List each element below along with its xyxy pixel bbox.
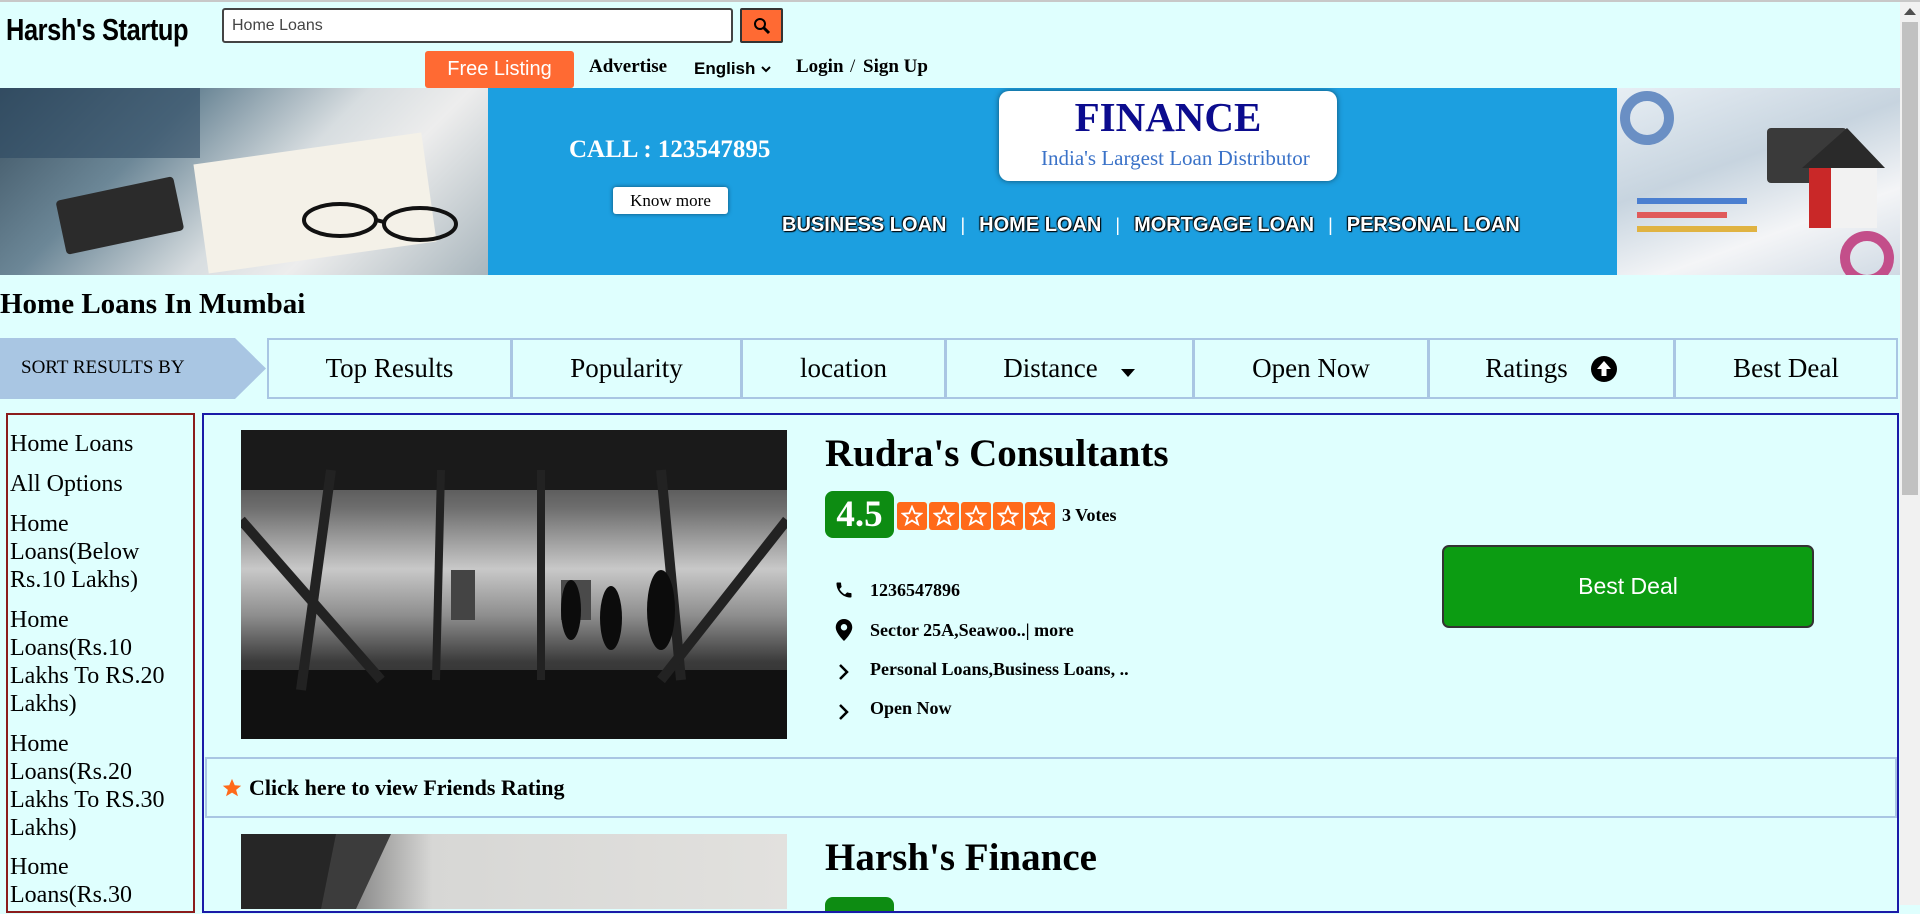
rating-badge: 4.5 [825,491,894,538]
star-rating [897,502,1055,530]
listing-phone[interactable]: 1236547896 [870,580,960,601]
sort-results-label: SORT RESULTS BY [0,338,266,399]
advertise-link[interactable]: Advertise [589,56,667,78]
office-window-image [241,430,787,739]
top-border [0,0,1920,2]
friends-rating-link[interactable]: Click here to view Friends Rating [205,757,1897,818]
sort-best-deal[interactable]: Best Deal [1674,338,1898,399]
call-number: CALL : 123547895 [569,136,771,163]
sort-location[interactable]: location [741,338,946,399]
sidebar-item-below-10[interactable]: Home Loans(Below Rs.10 Lakhs) [10,510,160,594]
language-select[interactable]: English [694,59,772,79]
language-label: English [694,59,756,78]
sort-top-results[interactable]: Top Results [267,338,512,399]
star-icon [961,502,991,530]
login-separator: / [850,56,856,77]
login-link[interactable]: Login [796,56,844,78]
finance-subtitle: India's Largest Loan Distributor [1041,146,1310,170]
site-logo[interactable]: Harsh's Startup [6,12,189,48]
listing-services: Personal Loans,Business Loans, .. [870,659,1129,679]
search-input[interactable] [222,8,733,43]
listing-photo[interactable] [241,834,787,909]
sidebar-filter: Home Loans All Options Home Loans(Below … [6,413,195,913]
scrollbar-thumb[interactable] [1902,22,1918,495]
search-icon [753,17,770,34]
banner-image-calculator [0,88,488,275]
sort-ratings-label: Ratings [1485,353,1568,383]
vote-count: 3 Votes [1062,505,1117,525]
loan-separator: | [960,215,966,235]
finance-title: FINANCE [1074,94,1262,140]
business-suit-image [241,834,391,909]
location-pin-icon [834,619,854,641]
loan-separator: | [1115,215,1121,235]
sidebar-item-home-loans[interactable]: Home Loans [10,430,190,458]
listing-name[interactable]: Harsh's Finance [825,835,1097,880]
sidebar-item-30-plus[interactable]: Home Loans(Rs.30 [10,853,160,909]
star-icon [897,502,927,530]
friends-rating-label: Click here to view Friends Rating [249,774,565,800]
loan-type-links: BUSINESS LOAN | HOME LOAN | MORTGAGE LOA… [782,214,1520,237]
finance-box: FINANCE India's Largest Loan Distributor [999,91,1337,181]
sort-popularity[interactable]: Popularity [511,338,742,399]
rating-badge [825,897,894,911]
star-icon [222,778,242,796]
page-title: Home Loans In Mumbai [0,288,306,320]
signup-link[interactable]: Sign Up [863,56,928,78]
loan-separator: | [1328,215,1333,235]
chevron-right-icon [834,662,854,682]
home-loan-link[interactable]: HOME LOAN [979,214,1101,237]
star-icon [929,502,959,530]
star-icon [1025,502,1055,530]
best-deal-button[interactable]: Best Deal [1442,545,1814,628]
know-more-button[interactable]: Know more [613,187,728,214]
sort-ratings[interactable]: Ratings [1428,338,1675,399]
star-icon [993,502,1023,530]
listing-address[interactable]: Sector 25A,Seawoo..| more [870,620,1074,641]
search-button[interactable] [740,8,783,43]
listing-photo[interactable] [241,430,787,739]
phone-icon [834,580,854,600]
caret-down-icon [1120,368,1135,377]
sidebar-item-10-to-20[interactable]: Home Loans(Rs.10 Lakhs To RS.20 Lakhs) [10,606,180,718]
house-illustration [1620,91,1894,275]
business-loan-link[interactable]: BUSINESS LOAN [782,214,946,237]
calculator-illustration [0,88,458,274]
sidebar-item-all-options[interactable]: All Options [10,470,190,498]
sort-distance[interactable]: Distance [945,338,1194,399]
sort-label-text: SORT RESULTS BY [21,357,185,378]
chevron-right-icon [834,702,854,722]
scroll-up-arrow-icon[interactable] [1904,8,1916,15]
listing-name[interactable]: Rudra's Consultants [825,431,1169,476]
banner-image-house [1617,88,1900,275]
personal-loan-link[interactable]: PERSONAL LOAN [1347,214,1520,237]
sort-open-now[interactable]: Open Now [1193,338,1429,399]
listing-status: Open Now [870,698,952,718]
sort-distance-label: Distance [1003,353,1098,383]
mortgage-loan-link[interactable]: MORTGAGE LOAN [1134,214,1314,237]
chevron-down-icon [761,66,771,73]
promo-banner: CALL : 123547895 Know more FINANCE India… [0,88,1900,275]
sidebar-item-20-to-30[interactable]: Home Loans(Rs.20 Lakhs To RS.30 Lakhs) [10,730,180,842]
free-listing-button[interactable]: Free Listing [425,51,574,88]
arrow-up-circle-icon [1590,355,1617,382]
